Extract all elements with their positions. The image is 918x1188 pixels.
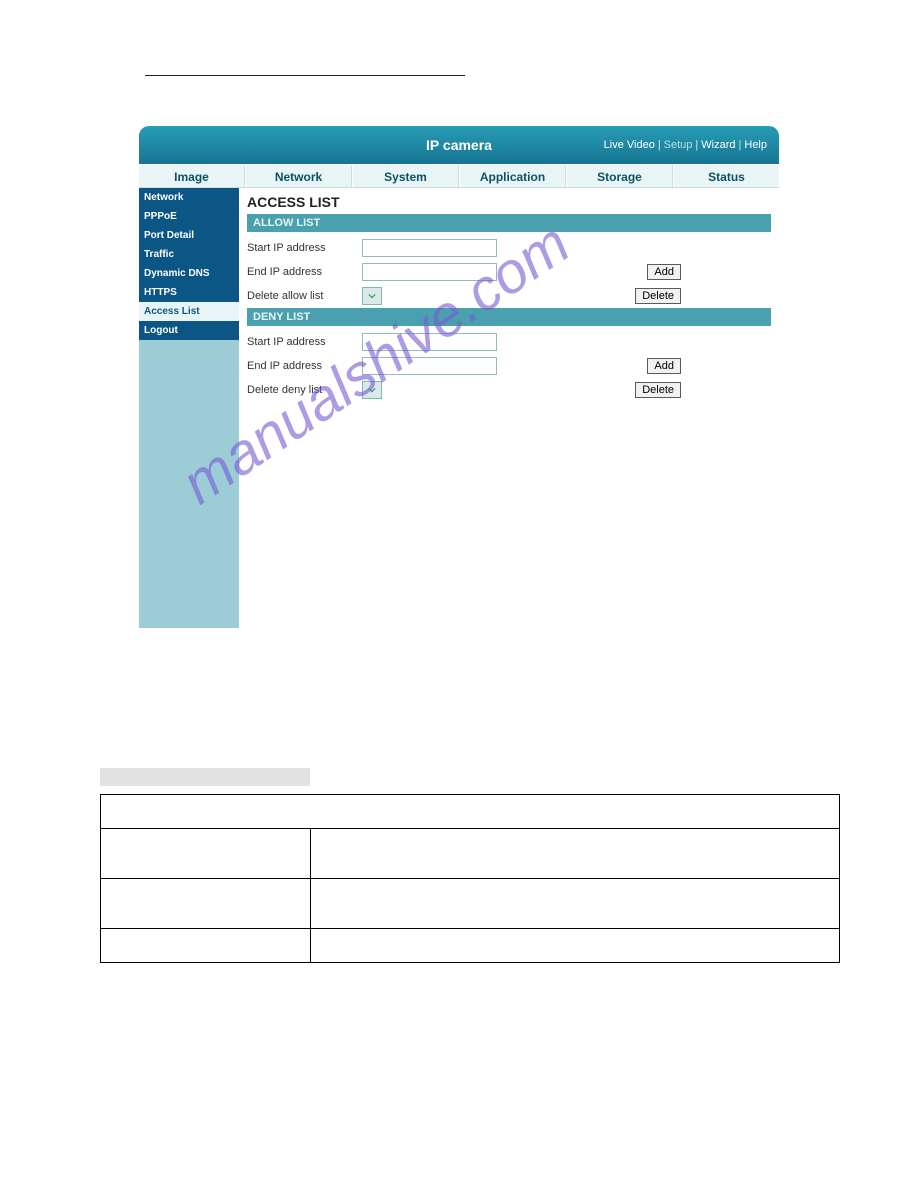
table-row <box>101 929 311 963</box>
deny-delete-label: Delete deny list <box>247 384 362 396</box>
allow-start-input[interactable] <box>362 239 497 257</box>
header-links: Live Video|Setup|Wizard|Help <box>604 139 767 151</box>
header-bar: IP camera Live Video|Setup|Wizard|Help <box>139 126 779 164</box>
allow-delete-label: Delete allow list <box>247 290 362 302</box>
table-header-row <box>101 795 840 829</box>
sidebar-item-pppoe[interactable]: PPPoE <box>139 207 239 226</box>
deny-delete-select[interactable] <box>362 381 382 399</box>
deny-end-input[interactable] <box>362 357 497 375</box>
allow-end-input[interactable] <box>362 263 497 281</box>
parameters-table <box>100 794 840 963</box>
allow-end-label: End IP address <box>247 266 362 278</box>
chevron-down-icon <box>368 293 376 299</box>
main-content: ACCESS LIST ALLOW LIST Start IP address … <box>239 188 779 628</box>
table-row <box>311 879 840 929</box>
sidebar-item-access-list[interactable]: Access List <box>139 302 239 321</box>
table-row <box>311 929 840 963</box>
table-row <box>101 829 311 879</box>
page-title: ACCESS LIST <box>247 194 771 210</box>
link-help[interactable]: Help <box>744 139 767 151</box>
sidebar-item-port-detail[interactable]: Port Detail <box>139 226 239 245</box>
deny-start-input[interactable] <box>362 333 497 351</box>
chevron-down-icon <box>368 387 376 393</box>
table-row <box>101 879 311 929</box>
app-title: IP camera <box>426 137 492 153</box>
link-live-video[interactable]: Live Video <box>604 139 655 151</box>
tab-status[interactable]: Status <box>673 165 779 187</box>
parameters-title-bar <box>100 768 310 786</box>
tab-application[interactable]: Application <box>459 165 566 187</box>
link-wizard[interactable]: Wizard <box>701 139 735 151</box>
link-setup[interactable]: Setup <box>664 139 693 151</box>
allow-add-button[interactable]: Add <box>647 264 681 280</box>
tab-storage[interactable]: Storage <box>566 165 673 187</box>
deny-list-header: DENY LIST <box>247 308 771 326</box>
sidebar-item-https[interactable]: HTTPS <box>139 283 239 302</box>
allow-delete-button[interactable]: Delete <box>635 288 681 304</box>
sidebar: Network PPPoE Port Detail Traffic Dynami… <box>139 188 239 628</box>
tab-system[interactable]: System <box>352 165 459 187</box>
sidebar-item-traffic[interactable]: Traffic <box>139 245 239 264</box>
allow-start-label: Start IP address <box>247 242 362 254</box>
table-row <box>311 829 840 879</box>
allow-delete-select[interactable] <box>362 287 382 305</box>
section-underline <box>145 60 465 76</box>
main-tabs: Image Network System Application Storage… <box>139 164 779 188</box>
sidebar-item-logout[interactable]: Logout <box>139 321 239 340</box>
allow-list-header: ALLOW LIST <box>247 214 771 232</box>
tab-network[interactable]: Network <box>245 165 352 187</box>
deny-delete-button[interactable]: Delete <box>635 382 681 398</box>
deny-add-button[interactable]: Add <box>647 358 681 374</box>
sidebar-item-dynamic-dns[interactable]: Dynamic DNS <box>139 264 239 283</box>
deny-start-label: Start IP address <box>247 336 362 348</box>
tab-image[interactable]: Image <box>139 165 245 187</box>
ip-camera-panel: IP camera Live Video|Setup|Wizard|Help I… <box>139 126 779 628</box>
parameters-section <box>70 768 848 963</box>
deny-end-label: End IP address <box>247 360 362 372</box>
sidebar-item-network[interactable]: Network <box>139 188 239 207</box>
